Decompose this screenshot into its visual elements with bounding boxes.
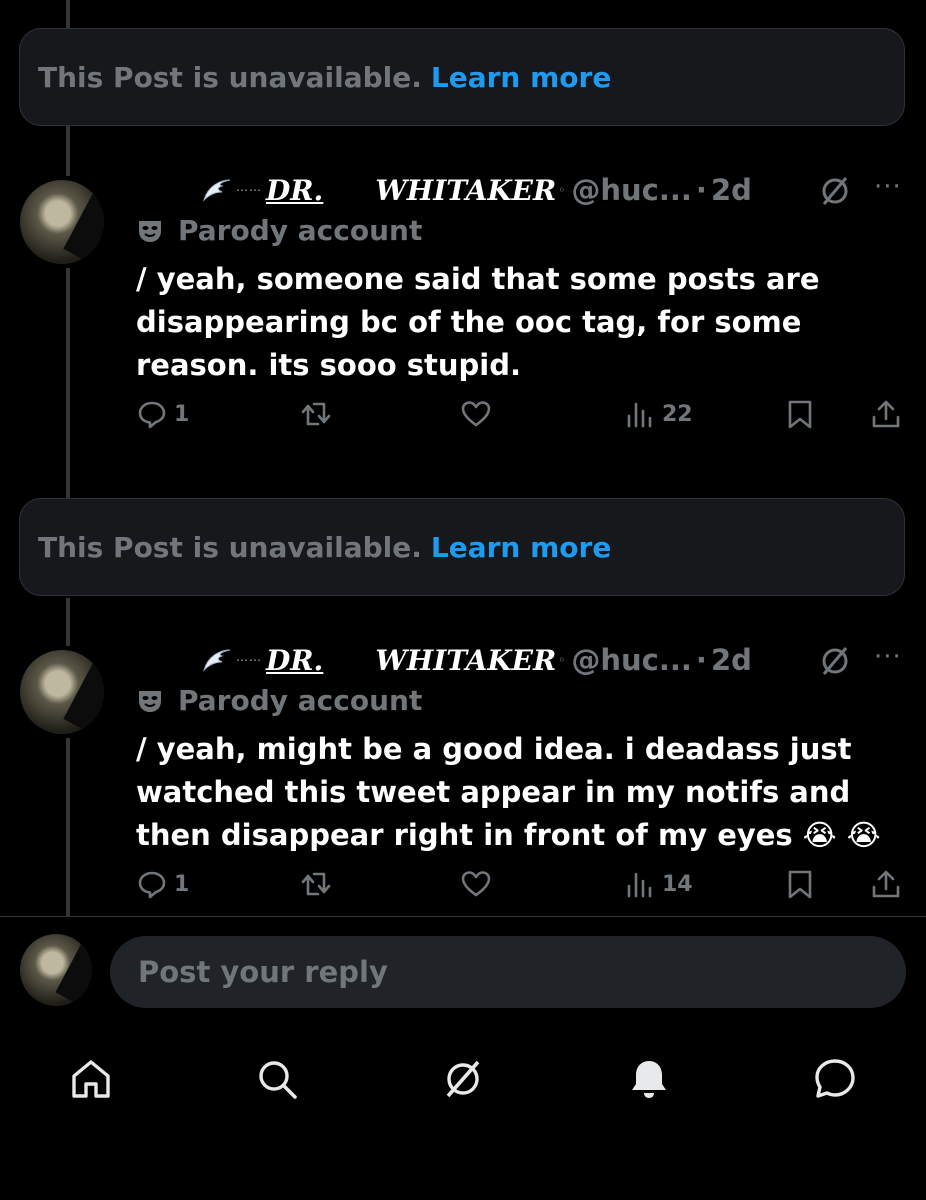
- reply-count: 1: [174, 871, 190, 897]
- timestamp[interactable]: 2d: [711, 643, 752, 677]
- reply-count: 1: [174, 401, 190, 427]
- share-button[interactable]: [870, 398, 902, 430]
- reply-composer[interactable]: [110, 936, 906, 1008]
- avatar[interactable]: [20, 934, 92, 1006]
- parody-text: Parody account: [178, 214, 423, 247]
- more-icon[interactable]: ···: [874, 642, 902, 672]
- post-header: ⋯⋯ DR. WHITAKER ◦ @huc... · 2d: [200, 640, 752, 680]
- divider: [0, 916, 926, 917]
- decoration: ⋯⋯: [236, 653, 262, 667]
- grok-icon[interactable]: [818, 174, 852, 208]
- notifications-icon[interactable]: [626, 1056, 672, 1102]
- thread-line: [66, 126, 70, 176]
- mask-icon: [139, 690, 161, 712]
- views-icon: [627, 872, 652, 898]
- timestamp[interactable]: 2d: [711, 173, 752, 207]
- views-icon: [627, 402, 652, 428]
- search-icon[interactable]: [254, 1056, 300, 1102]
- bookmark-button[interactable]: [784, 868, 816, 900]
- views-button[interactable]: 14: [624, 868, 693, 900]
- repost-icon: [301, 872, 331, 896]
- reply-button[interactable]: 1: [136, 868, 189, 900]
- unavailable-post-notice: This Post is unavailable. Learn more: [19, 28, 905, 126]
- share-button[interactable]: [870, 868, 902, 900]
- reply-button[interactable]: 1: [136, 398, 189, 430]
- view-count: 22: [662, 401, 693, 427]
- view-count: 14: [662, 871, 693, 897]
- share-icon: [872, 870, 900, 898]
- reply-post[interactable]: ⋯⋯ DR. WHITAKER ◦ @huc... · 2d ··· Parod…: [0, 640, 926, 916]
- bookmark-button[interactable]: [784, 398, 816, 430]
- decoration: ◦: [558, 183, 566, 197]
- bookmark-icon: [788, 400, 812, 429]
- parody-label: Parody account: [136, 214, 422, 247]
- decoration: ⋯⋯: [236, 183, 262, 197]
- share-icon: [872, 400, 900, 428]
- repost-icon: [301, 402, 331, 426]
- repost-button[interactable]: [300, 868, 332, 900]
- bookmark-icon: [788, 870, 812, 899]
- reply-icon: [138, 401, 166, 429]
- mask-icon: [139, 220, 161, 242]
- like-button[interactable]: [460, 868, 492, 900]
- parody-label: Parody account: [136, 684, 422, 717]
- user-handle[interactable]: @huc...: [571, 173, 692, 207]
- messages-icon[interactable]: [812, 1056, 858, 1102]
- grok-icon[interactable]: [818, 644, 852, 678]
- thread-line: [66, 0, 70, 28]
- display-name-second[interactable]: WHITAKER: [375, 174, 556, 207]
- separator: ·: [695, 173, 707, 207]
- post-text: / yeah, might be a good idea. i deadass …: [136, 732, 881, 852]
- angel-wing-icon: [202, 649, 231, 672]
- heart-icon: [461, 871, 491, 897]
- avatar[interactable]: [20, 180, 104, 264]
- post-text: / yeah, someone said that some posts are…: [136, 262, 820, 382]
- home-icon[interactable]: [68, 1056, 114, 1102]
- learn-more-link[interactable]: Learn more: [431, 531, 611, 564]
- unavailable-post-notice: This Post is unavailable. Learn more: [19, 498, 905, 596]
- parody-text: Parody account: [178, 684, 423, 717]
- reply-input[interactable]: [136, 954, 906, 990]
- post-actions: 1 14: [0, 868, 926, 908]
- reply-icon: [138, 871, 166, 899]
- unavailable-message: This Post is unavailable.: [38, 60, 422, 94]
- bottom-nav: [0, 1040, 926, 1120]
- user-handle[interactable]: @huc...: [571, 643, 692, 677]
- display-name[interactable]: DR.: [266, 174, 323, 207]
- avatar[interactable]: [20, 650, 104, 734]
- unavailable-message: This Post is unavailable.: [38, 530, 422, 564]
- more-icon[interactable]: ···: [874, 172, 902, 202]
- learn-more-link[interactable]: Learn more: [431, 61, 611, 94]
- display-name-second[interactable]: WHITAKER: [375, 644, 556, 677]
- views-button[interactable]: 22: [624, 398, 693, 430]
- heart-icon: [461, 401, 491, 427]
- post-actions: 1 22: [0, 398, 926, 438]
- post-header: ⋯⋯ DR. WHITAKER ◦ @huc... · 2d: [200, 170, 752, 210]
- like-button[interactable]: [460, 398, 492, 430]
- separator: ·: [695, 643, 707, 677]
- angel-wing-icon: [202, 179, 231, 202]
- thread-line: [66, 598, 70, 646]
- reply-post[interactable]: ⋯⋯ DR. WHITAKER ◦ @huc... · 2d ··· Parod…: [0, 170, 926, 450]
- decoration: ◦: [558, 653, 566, 667]
- repost-button[interactable]: [300, 398, 332, 430]
- grok-icon[interactable]: [440, 1056, 486, 1102]
- display-name[interactable]: DR.: [266, 644, 323, 677]
